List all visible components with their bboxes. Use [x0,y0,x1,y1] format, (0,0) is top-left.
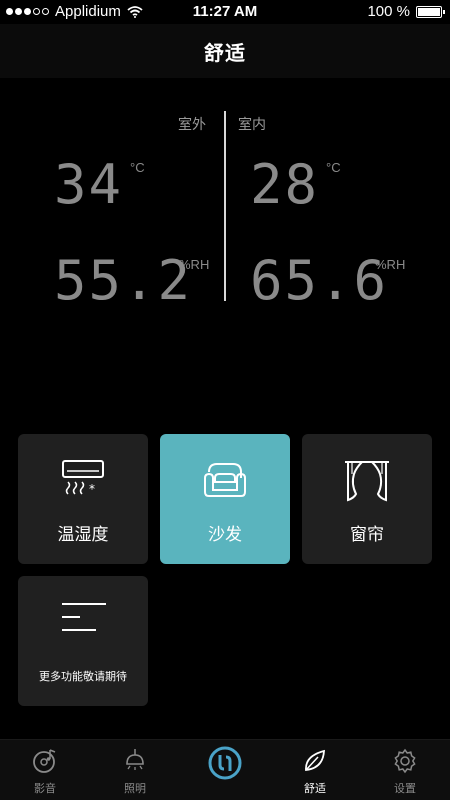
tab-label: 影音 [34,782,56,795]
tab-comfort[interactable]: 舒适 [270,740,360,800]
lamp-icon [90,748,180,774]
climate-panel: 室外 室内 34 °C 28 °C 55.2 %RH 65.6 %RH [0,78,450,338]
tile-label: 沙发 [208,525,242,545]
tab-label: 照明 [124,782,146,795]
page-title: 舒适 [204,40,246,65]
outdoor-temperature: 34 [54,153,124,216]
tab-settings[interactable]: 设置 [360,740,450,800]
indoor-label: 室内 [238,117,266,133]
menu-lines-icon [18,600,148,646]
tile-curtain[interactable]: 窗帘 [302,434,432,564]
tab-label: 设置 [394,782,416,795]
air-conditioner-icon: * [18,458,148,504]
status-bar: Applidium 11:27 AM 100 % [0,0,450,24]
gear-icon [360,748,450,774]
status-right: 100 % [367,3,445,20]
outdoor-humidity-unit: %RH [179,257,210,272]
tab-bar: 影音 照明 舒适 设置 [0,739,450,800]
indoor-humidity-unit: %RH [375,257,406,272]
tile-more-coming[interactable]: 更多功能敬请期待 [18,576,148,706]
tile-label: 更多功能敬请期待 [39,670,127,683]
tab-lighting[interactable]: 照明 [90,740,180,800]
curtain-icon [302,458,432,504]
tab-media[interactable]: 影音 [0,740,90,800]
tile-sofa[interactable]: 沙发 [160,434,290,564]
tile-label: 温湿度 [57,525,109,545]
tile-temperature-humidity[interactable]: * 温湿度 [18,434,148,564]
music-disc-icon [0,748,90,774]
svg-text:*: * [89,482,95,496]
tab-home[interactable] [180,740,270,800]
outdoor-label: 室外 [178,117,206,133]
tab-label: 舒适 [304,782,326,795]
outdoor-humidity: 55.2 [54,249,193,312]
battery-icon [416,5,445,18]
battery-percent: 100 % [367,3,410,20]
tile-label: 窗帘 [350,525,384,545]
sofa-icon [160,458,290,504]
leaf-icon [270,748,360,774]
indoor-humidity: 65.6 [250,249,389,312]
outdoor-temperature-unit: °C [130,160,145,175]
home-logo-icon [180,746,270,780]
nav-bar: 舒适 [0,24,450,78]
indoor-temperature: 28 [250,153,320,216]
climate-divider [224,111,226,301]
indoor-temperature-unit: °C [326,160,341,175]
